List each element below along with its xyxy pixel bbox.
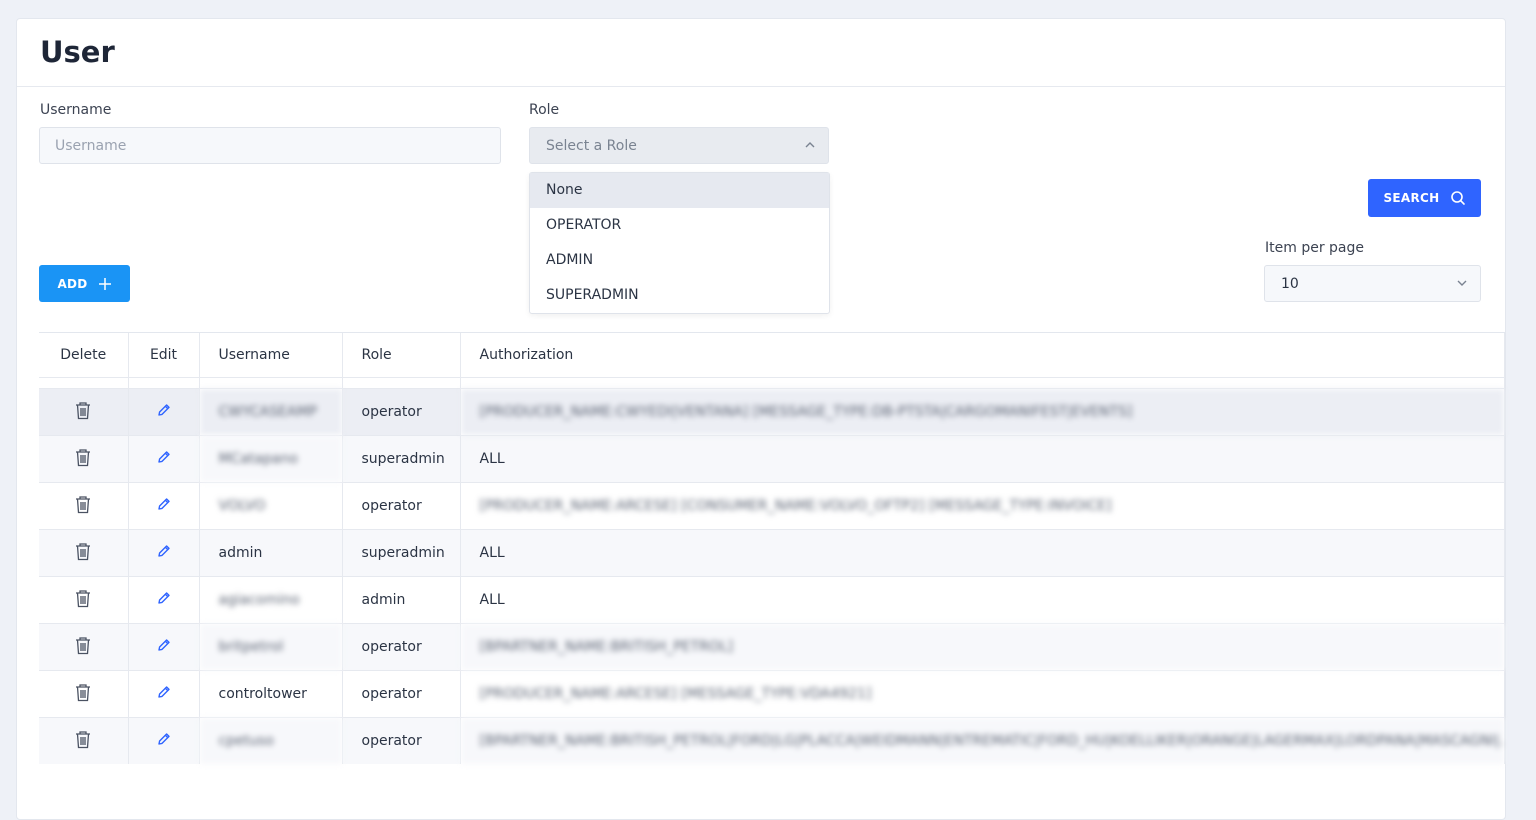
role-select-placeholder: Select a Role <box>546 137 637 154</box>
search-button-label: SEARCH <box>1383 191 1440 205</box>
add-button[interactable]: ADD <box>39 265 130 302</box>
cell-role: operator <box>342 388 461 436</box>
users-table: Delete Edit Username Role Authorization … <box>39 333 1505 764</box>
plus-icon <box>98 277 111 290</box>
chevron-down-icon <box>1457 280 1467 286</box>
cell-role: operator <box>342 670 461 718</box>
cell-username: VOLVO <box>199 482 343 530</box>
cell-username: britpetrol <box>199 623 343 671</box>
column-header-edit: Edit <box>128 333 200 378</box>
cell-role: operator <box>342 717 461 764</box>
cell-authorization: [PRODUCER_NAME:ARCESE] [CONSUMER_NAME:VO… <box>460 482 1505 530</box>
pencil-icon[interactable] <box>157 685 171 703</box>
table-header-row: Delete Edit Username Role Authorization <box>39 333 1505 378</box>
cell-authorization: [PRODUCER_NAME:ARCESE] [MESSAGE_TYPE:VDA… <box>460 670 1505 718</box>
cell-role: superadmin <box>342 435 461 483</box>
cell-username: controltower <box>199 670 343 718</box>
cell-authorization: [BPARTNER_NAME:BRITISH_PETROL|FORD|LG|PL… <box>460 717 1505 764</box>
role-dropdown-menu: None OPERATOR ADMIN SUPERADMIN <box>529 172 830 314</box>
role-select[interactable]: Select a Role <box>529 127 829 164</box>
cell-role: superadmin <box>342 529 461 577</box>
username-label: Username <box>40 102 112 118</box>
trash-icon[interactable] <box>74 542 92 565</box>
table-row: cpetuso operator [BPARTNER_NAME:BRITISH_PE… <box>39 717 1505 764</box>
column-header-role[interactable]: Role <box>342 333 461 378</box>
cell-username: MCatapano <box>199 435 343 483</box>
username-input[interactable] <box>39 127 501 164</box>
items-per-page-label: Item per page <box>1265 240 1364 256</box>
table-row: controltower operator [PRODUCER_NAME:ARCES… <box>39 670 1505 718</box>
add-button-label: ADD <box>57 276 88 291</box>
table-row: MCatapano superadmin ALL <box>39 435 1505 483</box>
items-per-page-value: 10 <box>1281 275 1299 292</box>
user-panel: User Username Role Select a Role NoneOPE… <box>16 18 1506 820</box>
table-row: britpetrol operator [BPARTNER_NAME:BRITISH… <box>39 623 1505 671</box>
cell-role: admin <box>342 576 461 624</box>
column-header-delete: Delete <box>39 333 129 378</box>
cell-username: CWYCASEAMP <box>199 388 343 436</box>
trash-icon[interactable] <box>74 448 92 471</box>
cell-authorization: ALL <box>460 576 1505 624</box>
cell-authorization: [BPARTNER_NAME:BRITISH_PETROL] <box>460 623 1505 671</box>
pencil-icon[interactable] <box>157 638 171 656</box>
trash-icon[interactable] <box>74 589 92 612</box>
page-title: User <box>40 35 115 69</box>
cell-username: cpetuso <box>199 717 343 764</box>
trash-icon[interactable] <box>74 401 92 424</box>
table-row: admin superadmin ALL <box>39 529 1505 577</box>
pencil-icon[interactable] <box>157 732 171 750</box>
title-divider <box>17 86 1505 87</box>
cell-authorization: [PRODUCER_NAME:CWYEDI|VENTANA] [MESSAGE_… <box>460 388 1505 436</box>
column-header-authorization[interactable]: Authorization <box>460 333 1505 378</box>
cell-username: agiacomino <box>199 576 343 624</box>
cell-role: operator <box>342 482 461 530</box>
pencil-icon[interactable] <box>157 497 171 515</box>
search-button[interactable]: SEARCH <box>1368 179 1481 217</box>
role-option-superadmin[interactable]: SUPERADMIN <box>530 278 829 313</box>
table-row: agiacomino admin ALL <box>39 576 1505 624</box>
pencil-icon[interactable] <box>157 591 171 609</box>
trash-icon[interactable] <box>74 636 92 659</box>
cell-authorization: ALL <box>460 435 1505 483</box>
table-row: CWYCASEAMP operator [PRODUCER_NAME:CWYEDI|… <box>39 388 1505 436</box>
role-option-none[interactable]: None <box>530 173 829 208</box>
items-per-page-select[interactable]: 10 <box>1264 265 1481 302</box>
table-spacer-row <box>39 377 1505 389</box>
table-row: VOLVO operator [PRODUCER_NAME:ARCESE] [CON… <box>39 482 1505 530</box>
pencil-icon[interactable] <box>157 450 171 468</box>
pencil-icon[interactable] <box>157 544 171 562</box>
role-option-operator[interactable]: OPERATOR <box>530 208 829 243</box>
trash-icon[interactable] <box>74 495 92 518</box>
users-table-container: Delete Edit Username Role Authorization … <box>39 332 1505 764</box>
cell-authorization: ALL <box>460 529 1505 577</box>
pencil-icon[interactable] <box>157 403 171 421</box>
trash-icon[interactable] <box>74 683 92 706</box>
role-option-admin[interactable]: ADMIN <box>530 243 829 278</box>
trash-icon[interactable] <box>74 730 92 753</box>
column-header-username[interactable]: Username <box>199 333 343 378</box>
search-icon <box>1450 191 1465 205</box>
role-label: Role <box>529 102 560 118</box>
chevron-up-icon <box>805 142 815 148</box>
cell-username: admin <box>199 529 343 577</box>
cell-role: operator <box>342 623 461 671</box>
table-body: CWYCASEAMP operator [PRODUCER_NAME:CWYEDI|… <box>39 377 1505 764</box>
